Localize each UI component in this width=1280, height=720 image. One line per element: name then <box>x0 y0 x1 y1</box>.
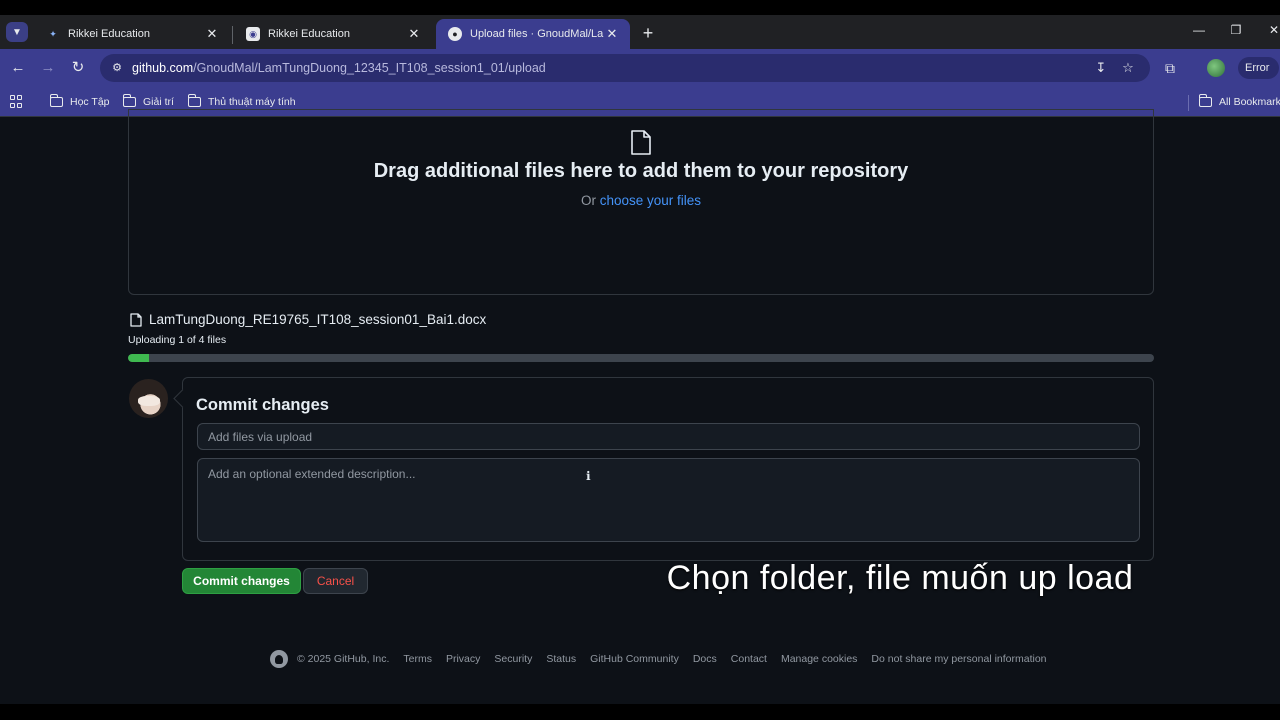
choose-files-link[interactable]: choose your files <box>600 193 701 208</box>
cancel-button[interactable]: Cancel <box>303 568 368 594</box>
minimize-icon[interactable]: — <box>1189 23 1209 37</box>
browser-tab-1[interactable]: ✦ Rikkei Education ✕ <box>34 19 230 49</box>
footer-link-manage-cookies[interactable]: Manage cookies <box>781 653 857 665</box>
folder-icon <box>188 94 201 107</box>
folder-icon <box>123 94 136 107</box>
github-logo-icon[interactable] <box>270 650 288 668</box>
close-icon[interactable]: ✕ <box>604 26 620 42</box>
folder-icon <box>50 94 63 107</box>
dropzone-title: Drag additional files here to add them t… <box>373 160 909 182</box>
footer-link-terms[interactable]: Terms <box>403 653 432 665</box>
upload-progress-bar <box>128 354 1154 362</box>
reload-icon[interactable]: ↻ <box>68 58 88 78</box>
footer-link-status[interactable]: Status <box>546 653 576 665</box>
upload-status: Uploading 1 of 4 files <box>128 334 227 346</box>
github-favicon-icon: ● <box>448 27 462 41</box>
footer-link-community[interactable]: GitHub Community <box>590 653 679 665</box>
commit-description-textarea[interactable] <box>197 458 1140 542</box>
commit-title: Commit changes <box>196 396 329 414</box>
all-bookmarks-folder[interactable]: All Bookmarks <box>1199 93 1280 111</box>
uploaded-file-row: LamTungDuong_RE19765_IT108_session01_Bai… <box>130 312 486 327</box>
profile-avatar[interactable] <box>1207 59 1225 77</box>
page-footer: © 2025 GitHub, Inc. Terms Privacy Securi… <box>270 649 1061 669</box>
letterbox-bottom <box>0 704 1280 720</box>
bookmark-star-icon[interactable]: ☆ <box>1119 60 1137 76</box>
bookmark-label: All Bookmarks <box>1219 96 1280 108</box>
text-cursor-icon: ℹ <box>586 469 591 483</box>
close-window-icon[interactable]: ✕ <box>1264 23 1280 37</box>
video-caption: Chọn folder, file muốn up load <box>666 559 1134 597</box>
close-icon[interactable]: ✕ <box>406 26 422 42</box>
browser-tab-3[interactable]: ● Upload files · GnoudMal/LamTu ✕ <box>436 19 630 49</box>
close-icon[interactable]: ✕ <box>204 26 220 42</box>
tab-separator <box>232 26 233 44</box>
profile-error-button[interactable]: Error <box>1238 57 1280 79</box>
github-upload-page: Drag additional files here to add them t… <box>0 109 1280 704</box>
bookmark-folder-hoc-tap[interactable]: Học Tập <box>50 93 110 111</box>
install-app-icon[interactable]: ↧ <box>1092 60 1110 76</box>
footer-link-contact[interactable]: Contact <box>731 653 767 665</box>
tab-title: Rikkei Education <box>68 28 150 40</box>
restore-icon[interactable]: ❐ <box>1226 23 1246 37</box>
tab-title: Rikkei Education <box>268 28 350 40</box>
site-settings-icon[interactable]: ⚙ <box>110 61 124 75</box>
forward-arrow-icon[interactable]: → <box>38 58 58 78</box>
screen: ▼ ✦ Rikkei Education ✕ ◉ Rikkei Educatio… <box>0 0 1280 720</box>
url-text: github.com/GnoudMal/LamTungDuong_12345_I… <box>132 61 546 75</box>
upload-progress-fill <box>128 354 149 362</box>
file-icon <box>631 130 651 155</box>
browser-toolbar: ← → ↻ ⚙ github.com/GnoudMal/LamTungDuong… <box>0 49 1280 87</box>
dropzone-subtitle: Or choose your files <box>580 193 702 208</box>
footer-link-security[interactable]: Security <box>494 653 532 665</box>
bookmarks-separator <box>1188 95 1189 111</box>
apps-grid-icon[interactable] <box>10 95 23 108</box>
letterbox-top <box>0 0 1280 15</box>
chevron-down-icon: ▼ <box>12 26 22 38</box>
browser-tab-strip: ▼ ✦ Rikkei Education ✕ ◉ Rikkei Educatio… <box>0 15 1280 49</box>
bookmark-label: Giải trí <box>143 96 174 108</box>
folder-icon <box>1199 94 1212 107</box>
extensions-icon[interactable]: ⧉ <box>1160 58 1180 78</box>
uploaded-file-name: LamTungDuong_RE19765_IT108_session01_Bai… <box>149 312 487 327</box>
avatar <box>129 379 168 418</box>
rikkei-favicon-icon: ◉ <box>246 27 260 41</box>
commit-changes-panel: Commit changes <box>182 377 1154 561</box>
footer-link-docs[interactable]: Docs <box>693 653 717 665</box>
address-bar[interactable]: ⚙ github.com/GnoudMal/LamTungDuong_12345… <box>100 54 1150 82</box>
tab-title: Upload files · GnoudMal/LamTu <box>470 28 604 40</box>
footer-link-privacy[interactable]: Privacy <box>446 653 480 665</box>
bookmark-label: Thủ thuật máy tính <box>208 96 296 108</box>
tab-search-button[interactable]: ▼ <box>6 22 28 42</box>
commit-changes-button[interactable]: Commit changes <box>182 568 301 594</box>
back-arrow-icon[interactable]: ← <box>8 58 28 78</box>
rikkei-favicon-icon: ✦ <box>49 28 57 39</box>
file-icon <box>130 312 142 327</box>
commit-message-input[interactable] <box>197 423 1140 450</box>
footer-link-do-not-share[interactable]: Do not share my personal information <box>871 653 1046 665</box>
footer-copyright: © 2025 GitHub, Inc. <box>297 653 390 665</box>
bookmark-label: Học Tập <box>70 96 110 108</box>
new-tab-button[interactable]: + <box>638 23 658 43</box>
browser-tab-2[interactable]: ◉ Rikkei Education ✕ <box>234 19 432 49</box>
file-drop-zone[interactable]: Drag additional files here to add them t… <box>128 109 1154 295</box>
